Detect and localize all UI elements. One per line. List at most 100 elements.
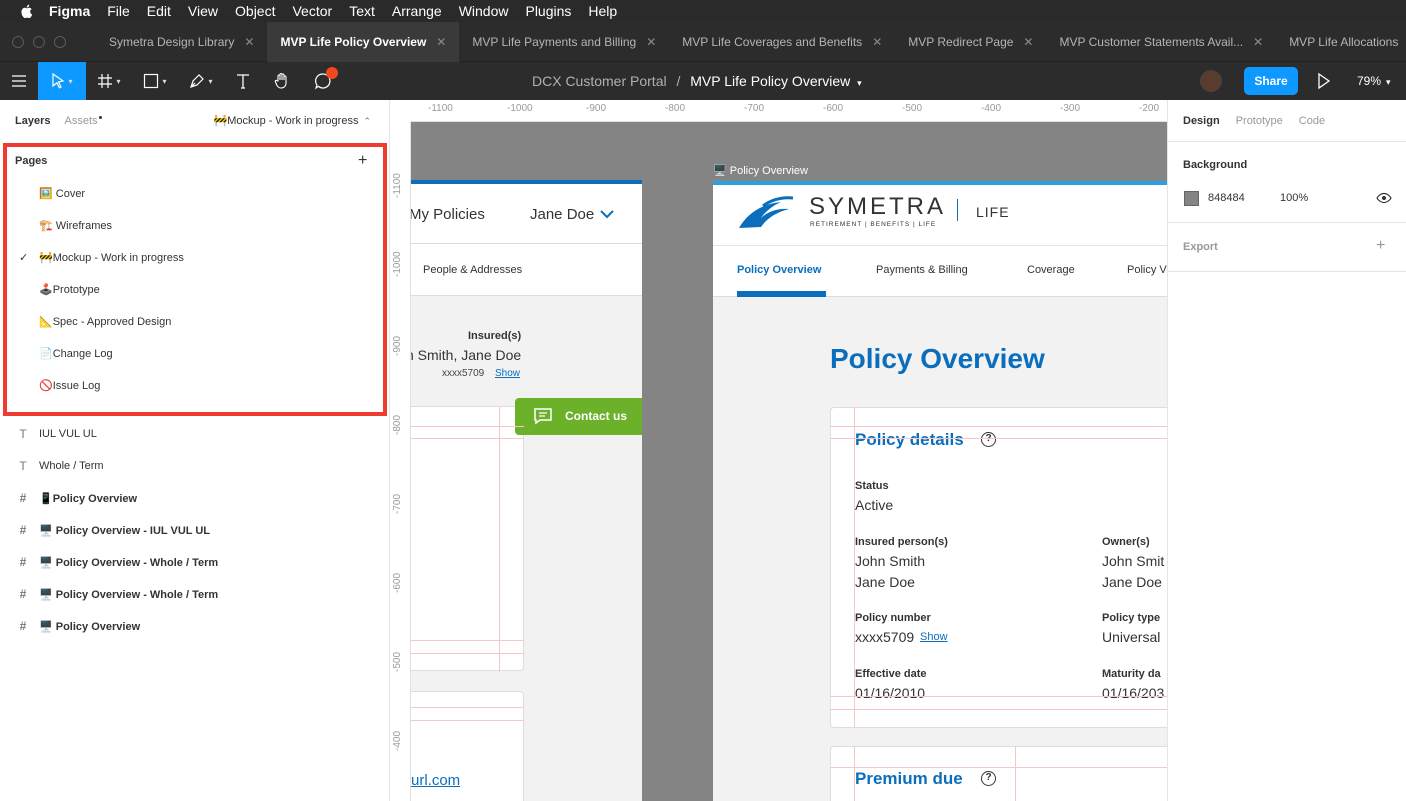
editor-toolbar: ▾ ▾ ▾ ▾ DCX Customer Portal / MVP Life P…: [0, 62, 1406, 100]
share-button[interactable]: Share: [1244, 67, 1298, 95]
chevron-down-icon[interactable]: [599, 209, 615, 219]
nav-coverage[interactable]: Coverage: [1027, 264, 1075, 276]
close-tab-icon[interactable]: ✕: [872, 35, 882, 49]
menu-arrange[interactable]: Arrange: [392, 3, 442, 19]
layer-item[interactable]: # 🖥️ Policy Overview - Whole / Term: [17, 587, 219, 601]
file-name[interactable]: MVP Life Policy Overview: [690, 73, 850, 89]
menu-window[interactable]: Window: [459, 3, 509, 19]
eye-icon[interactable]: [1376, 191, 1392, 205]
tab-assets-label: Assets: [64, 115, 98, 127]
notification-dot-icon: [326, 67, 338, 79]
shape-tool-button[interactable]: ▾: [132, 62, 178, 100]
tab-mvp-life-allocations[interactable]: MVP Life Allocations✕: [1276, 22, 1406, 62]
apple-icon[interactable]: [19, 3, 35, 19]
layer-item[interactable]: # 🖥️ Policy Overview - Whole / Term: [17, 555, 219, 569]
layer-item[interactable]: T Whole / Term: [17, 459, 103, 473]
tab-mvp-life-coverages-benefits[interactable]: MVP Life Coverages and Benefits ✕: [669, 22, 895, 62]
ruler-tick: -500: [902, 103, 923, 114]
layer-item[interactable]: # 📱Policy Overview: [17, 491, 137, 505]
menu-text[interactable]: Text: [349, 3, 375, 19]
close-tab-icon[interactable]: ✕: [646, 35, 656, 49]
page-item-wireframes[interactable]: 🏗️ Wireframes: [39, 219, 112, 232]
tab-people-addresses[interactable]: People & Addresses: [423, 264, 522, 276]
comment-tool-button[interactable]: [302, 62, 344, 100]
project-name[interactable]: DCX Customer Portal: [532, 73, 667, 89]
menu-object[interactable]: Object: [235, 3, 275, 19]
zoom-dropdown[interactable]: 79% ▾: [1357, 74, 1391, 88]
help-circle-icon[interactable]: ?: [981, 771, 996, 786]
layout-guide: [854, 746, 855, 801]
close-window-button[interactable]: [12, 35, 24, 48]
show-link[interactable]: Show: [920, 631, 948, 643]
present-play-icon[interactable]: [1316, 72, 1332, 90]
owner-label: Owner(s): [1102, 536, 1150, 548]
tab-mvp-life-policy-overview[interactable]: MVP Life Policy Overview ✕: [267, 21, 460, 62]
close-tab-icon[interactable]: ✕: [1253, 35, 1263, 49]
tab-code[interactable]: Code: [1299, 115, 1325, 127]
tab-mvp-life-payments-billing[interactable]: MVP Life Payments and Billing ✕: [459, 22, 669, 62]
add-export-icon[interactable]: +: [1376, 237, 1385, 255]
background-color-swatch[interactable]: [1184, 191, 1199, 206]
close-tab-icon[interactable]: ✕: [1023, 35, 1033, 49]
background-opacity-input[interactable]: 100%: [1280, 192, 1308, 204]
chevron-down-icon[interactable]: ▾: [857, 78, 862, 88]
page-item-change-log[interactable]: 📄Change Log: [39, 347, 113, 360]
move-tool-button[interactable]: ▾: [38, 62, 86, 100]
minimize-window-button[interactable]: [33, 35, 45, 48]
zoom-level: 79%: [1357, 74, 1382, 88]
nav-policy-overview[interactable]: Policy Overview: [737, 264, 821, 276]
desktop-frame-policy-overview[interactable]: SYMETRA RETIREMENT | BENEFITS | LIFE LIF…: [713, 181, 1167, 801]
text-tool-button[interactable]: [224, 62, 262, 100]
pen-tool-button[interactable]: ▾: [178, 62, 224, 100]
current-page-dropdown[interactable]: 🚧Mockup - Work in progress ⌃: [214, 114, 371, 127]
layout-guide: [854, 407, 855, 728]
menu-view[interactable]: View: [188, 3, 218, 19]
nav-payments-billing[interactable]: Payments & Billing: [876, 264, 968, 276]
tab-mvp-redirect-page[interactable]: MVP Redirect Page ✕: [895, 22, 1046, 62]
contact-us-button[interactable]: Contact us: [515, 398, 642, 435]
layer-label: 🖥️ Policy Overview - Whole / Term: [39, 588, 219, 601]
tab-mvp-customer-statements[interactable]: MVP Customer Statements Avail... ✕: [1046, 22, 1276, 62]
menu-edit[interactable]: Edit: [147, 3, 171, 19]
close-tab-icon[interactable]: ✕: [436, 35, 446, 49]
help-circle-icon[interactable]: ?: [981, 432, 996, 447]
tab-prototype[interactable]: Prototype: [1236, 115, 1283, 127]
page-item-prototype[interactable]: 🕹️Prototype: [39, 283, 100, 296]
menu-help[interactable]: Help: [588, 3, 617, 19]
menu-file[interactable]: File: [107, 3, 130, 19]
tab-layers[interactable]: Layers: [15, 115, 50, 127]
layer-item[interactable]: # 🖥️ Policy Overview: [17, 619, 140, 633]
tab-assets[interactable]: Assets: [64, 115, 102, 127]
background-hex-input[interactable]: 848484: [1208, 192, 1245, 204]
nav-my-policies[interactable]: My Policies: [409, 206, 485, 223]
close-tab-icon[interactable]: ✕: [244, 35, 254, 49]
menu-plugins[interactable]: Plugins: [525, 3, 571, 19]
ruler-tick: -1000: [392, 251, 403, 277]
layer-item[interactable]: # 🖥️ Policy Overview - IUL VUL UL: [17, 523, 210, 537]
page-item-cover[interactable]: 🖼️ Cover: [39, 187, 85, 200]
zoom-window-button[interactable]: [54, 35, 66, 48]
frame-layer-icon: #: [19, 491, 27, 505]
frame-name-label[interactable]: 🖥️ Policy Overview: [713, 164, 808, 177]
export-heading: Export: [1183, 241, 1218, 253]
page-item-mockup[interactable]: 🚧Mockup - Work in progress: [39, 251, 184, 264]
design-canvas[interactable]: My Policies Jane Doe People & Addresses …: [390, 100, 1167, 801]
user-name[interactable]: Jane Doe: [530, 206, 594, 223]
user-avatar[interactable]: [1200, 70, 1222, 92]
main-menu-button[interactable]: [0, 62, 38, 100]
hand-tool-button[interactable]: [262, 62, 302, 100]
tab-design[interactable]: Design: [1183, 115, 1220, 127]
tab-symetra-design-library[interactable]: Symetra Design Library ✕: [96, 22, 267, 62]
page-item-issue-log[interactable]: 🚫Issue Log: [39, 379, 100, 392]
page-item-spec[interactable]: 📐Spec - Approved Design: [39, 315, 171, 328]
layer-item[interactable]: T IUL VUL UL: [17, 427, 97, 441]
add-page-icon[interactable]: +: [358, 152, 367, 170]
show-link[interactable]: Show: [495, 368, 520, 379]
menu-app-figma[interactable]: Figma: [49, 3, 90, 19]
effective-date-label: Effective date: [855, 668, 927, 680]
nav-policy-values[interactable]: Policy V: [1127, 264, 1167, 276]
menu-vector[interactable]: Vector: [292, 3, 332, 19]
url-link[interactable]: url.com: [411, 772, 460, 789]
frame-tool-button[interactable]: ▾: [86, 62, 132, 100]
file-breadcrumb[interactable]: DCX Customer Portal / MVP Life Policy Ov…: [532, 73, 862, 89]
